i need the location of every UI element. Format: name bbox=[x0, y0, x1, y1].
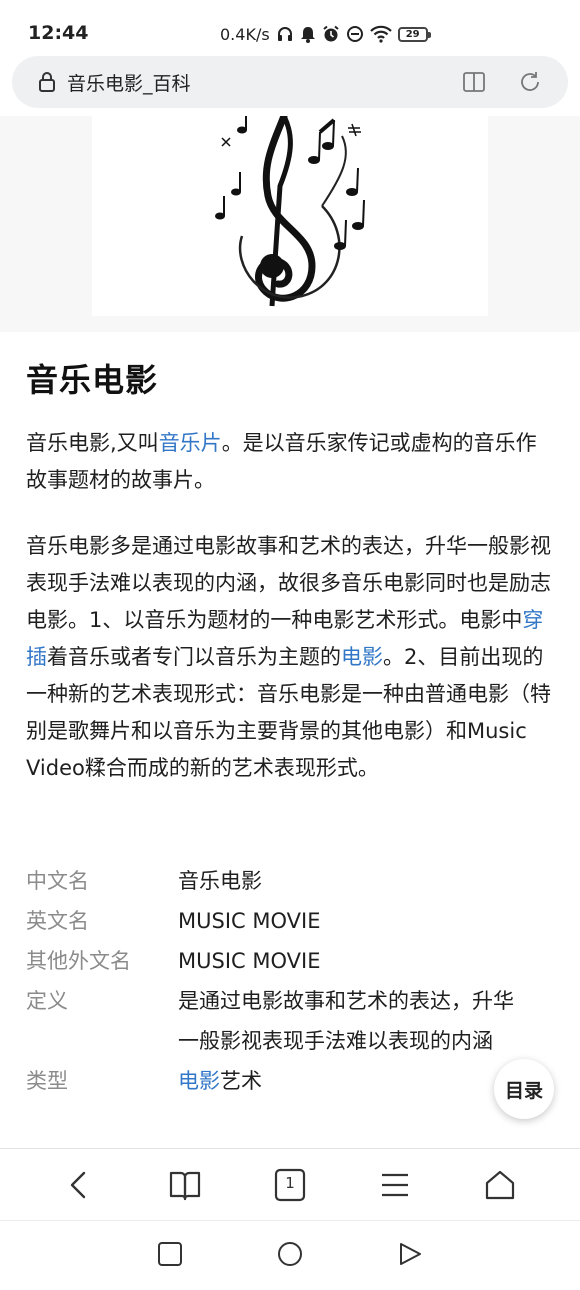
info-row: 定义 是通过电影故事和艺术的表达，升华一般影视表现手法难以表现的内涵 bbox=[26, 981, 556, 1061]
info-box: 中文名 音乐电影 英文名 MUSIC MOVIE 其他外文名 MUSIC MOV… bbox=[26, 861, 556, 1101]
status-bar: 12:44 0.4K/s 29 bbox=[0, 0, 580, 50]
system-nav-bar bbox=[0, 1220, 580, 1290]
info-value: MUSIC MOVIE bbox=[178, 909, 321, 933]
status-time: 12:44 bbox=[28, 22, 89, 44]
info-label: 中文名 bbox=[26, 869, 89, 893]
lock-icon bbox=[39, 72, 55, 92]
info-label: 英文名 bbox=[26, 909, 89, 933]
page-url-title[interactable]: 音乐电影_百科 bbox=[67, 69, 191, 96]
body-text-2: 着音乐或者专门以音乐为主题的 bbox=[47, 645, 341, 669]
info-label: 类型 bbox=[26, 1069, 68, 1093]
info-value-link[interactable]: 电影 bbox=[178, 1069, 220, 1093]
tabs-button[interactable]: 1 bbox=[272, 1167, 308, 1203]
home-icon[interactable] bbox=[482, 1167, 518, 1203]
info-value: 音乐电影 bbox=[178, 869, 262, 893]
page-title: 音乐电影 bbox=[26, 361, 159, 399]
tab-count: 1 bbox=[285, 1174, 295, 1192]
battery-icon: 29 bbox=[397, 26, 431, 42]
info-row: 类型 电影艺术 bbox=[26, 1061, 556, 1101]
intro-link[interactable]: 音乐片 bbox=[159, 431, 222, 455]
reader-mode-icon[interactable] bbox=[462, 70, 486, 94]
hero-image-frame bbox=[92, 116, 488, 316]
battery-level: 29 bbox=[405, 28, 420, 40]
wifi-icon bbox=[369, 25, 392, 43]
treble-clef-music-notes-image bbox=[215, 116, 365, 307]
recent-apps-icon[interactable] bbox=[157, 1241, 183, 1267]
info-label: 定义 bbox=[26, 989, 68, 1013]
body-text-1: 音乐电影多是通过电影故事和艺术的表达，升华一般影视表现手法难以表现的内涵，故很多… bbox=[26, 534, 551, 632]
menu-icon[interactable] bbox=[377, 1167, 413, 1203]
status-icons: 0.4K/s 29 bbox=[220, 22, 431, 46]
address-bar[interactable]: 音乐电影_百科 bbox=[12, 56, 568, 108]
info-row: 中文名 音乐电影 bbox=[26, 861, 556, 901]
bookmarks-icon[interactable] bbox=[167, 1167, 203, 1203]
headphones-icon bbox=[277, 27, 292, 41]
info-row: 英文名 MUSIC MOVIE bbox=[26, 901, 556, 941]
body-link-dianying[interactable]: 电影 bbox=[341, 645, 383, 669]
alarm-icon bbox=[323, 25, 339, 42]
home-circle-icon[interactable] bbox=[277, 1241, 303, 1267]
intro-paragraph: 音乐电影,又叫音乐片。是以音乐家传记或虚构的音乐作故事题材的故事片。 bbox=[26, 425, 556, 499]
bell-icon bbox=[300, 27, 315, 43]
toc-button[interactable]: 目录 bbox=[494, 1059, 554, 1119]
back-icon[interactable] bbox=[62, 1167, 98, 1203]
info-value: 是通过电影故事和艺术的表达，升华一般影视表现手法难以表现的内涵 bbox=[178, 989, 514, 1053]
info-row: 其他外文名 MUSIC MOVIE bbox=[26, 941, 556, 981]
info-label: 其他外文名 bbox=[26, 949, 131, 973]
body-paragraph: 音乐电影多是通过电影故事和艺术的表达，升华一般影视表现手法难以表现的内涵，故很多… bbox=[26, 528, 556, 787]
browser-toolbar: 1 bbox=[0, 1148, 580, 1221]
back-triangle-icon[interactable] bbox=[397, 1241, 423, 1267]
intro-text-start: 音乐电影,又叫 bbox=[26, 431, 159, 455]
network-speed: 0.4K/s bbox=[220, 24, 270, 44]
do-not-disturb-icon bbox=[346, 26, 363, 42]
article-hero bbox=[0, 116, 580, 332]
info-value-rest: 艺术 bbox=[220, 1069, 262, 1093]
refresh-icon[interactable] bbox=[518, 70, 542, 94]
info-value: MUSIC MOVIE bbox=[178, 949, 321, 973]
